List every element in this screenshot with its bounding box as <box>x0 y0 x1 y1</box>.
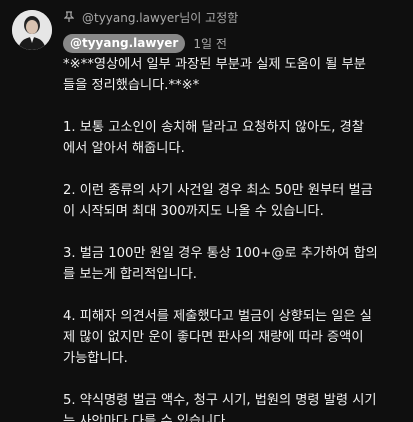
comment-line: 를 보는게 합리적입니다. <box>63 267 197 282</box>
comment-line <box>63 159 405 180</box>
comment-line: 5. 약식명령 벌금 액수, 청구 시기, 법원의 명령 발령 시기 <box>63 393 377 408</box>
comment-line: 이 시작되며 최대 300까지도 나올 수 있습니다. <box>63 204 324 219</box>
comment-line <box>63 369 405 390</box>
comment-line: 가능합니다. <box>63 351 128 366</box>
author-name-chip[interactable]: @tyyang.lawyer <box>63 33 186 53</box>
comment-line <box>63 222 405 243</box>
comment-line: *※**영상에서 일부 과장된 부분과 실제 도움이 될 부분 <box>63 57 366 72</box>
comment-line: 2. 이런 종류의 사기 사건일 경우 최소 50만 원부터 벌금 <box>63 183 373 198</box>
comment-line: 는 사안마다 다를 수 있습니다. <box>63 414 230 422</box>
comment-line: 4. 피해자 의견서를 제출했다고 벌금이 상향되는 일은 실 <box>63 309 372 324</box>
comment-line: 에서 알아서 해줍니다. <box>63 141 185 156</box>
comment-line: 들을 정리했습니다.**※* <box>63 78 200 93</box>
avatar-image <box>12 10 52 50</box>
comment-header: @tyyang.lawyer 1일 전 <box>63 33 227 53</box>
pinned-indicator: @tyyang.lawyer님이 고정함 <box>63 9 238 25</box>
comment-body: *※**영상에서 일부 과장된 부분과 실제 도움이 될 부분 들을 정리했습니… <box>63 54 405 422</box>
author-avatar[interactable] <box>12 10 52 50</box>
pin-icon <box>63 11 75 23</box>
comment-timestamp[interactable]: 1일 전 <box>193 35 227 52</box>
comment-line: 3. 벌금 100만 원일 경우 통상 100+@로 추가하여 합의 <box>63 246 378 261</box>
comment-line: 제 많이 없지만 운이 좋다면 판사의 재량에 따라 증액이 <box>63 330 364 345</box>
comment-line <box>63 96 405 117</box>
comment-line: 1. 보통 고소인이 송치해 달라고 요청하지 않아도, 경찰 <box>63 120 364 135</box>
pinned-comment: @tyyang.lawyer님이 고정함 @tyyang.lawyer 1일 전… <box>0 0 413 422</box>
pinned-text: @tyyang.lawyer님이 고정함 <box>82 10 239 25</box>
comment-line <box>63 285 405 306</box>
